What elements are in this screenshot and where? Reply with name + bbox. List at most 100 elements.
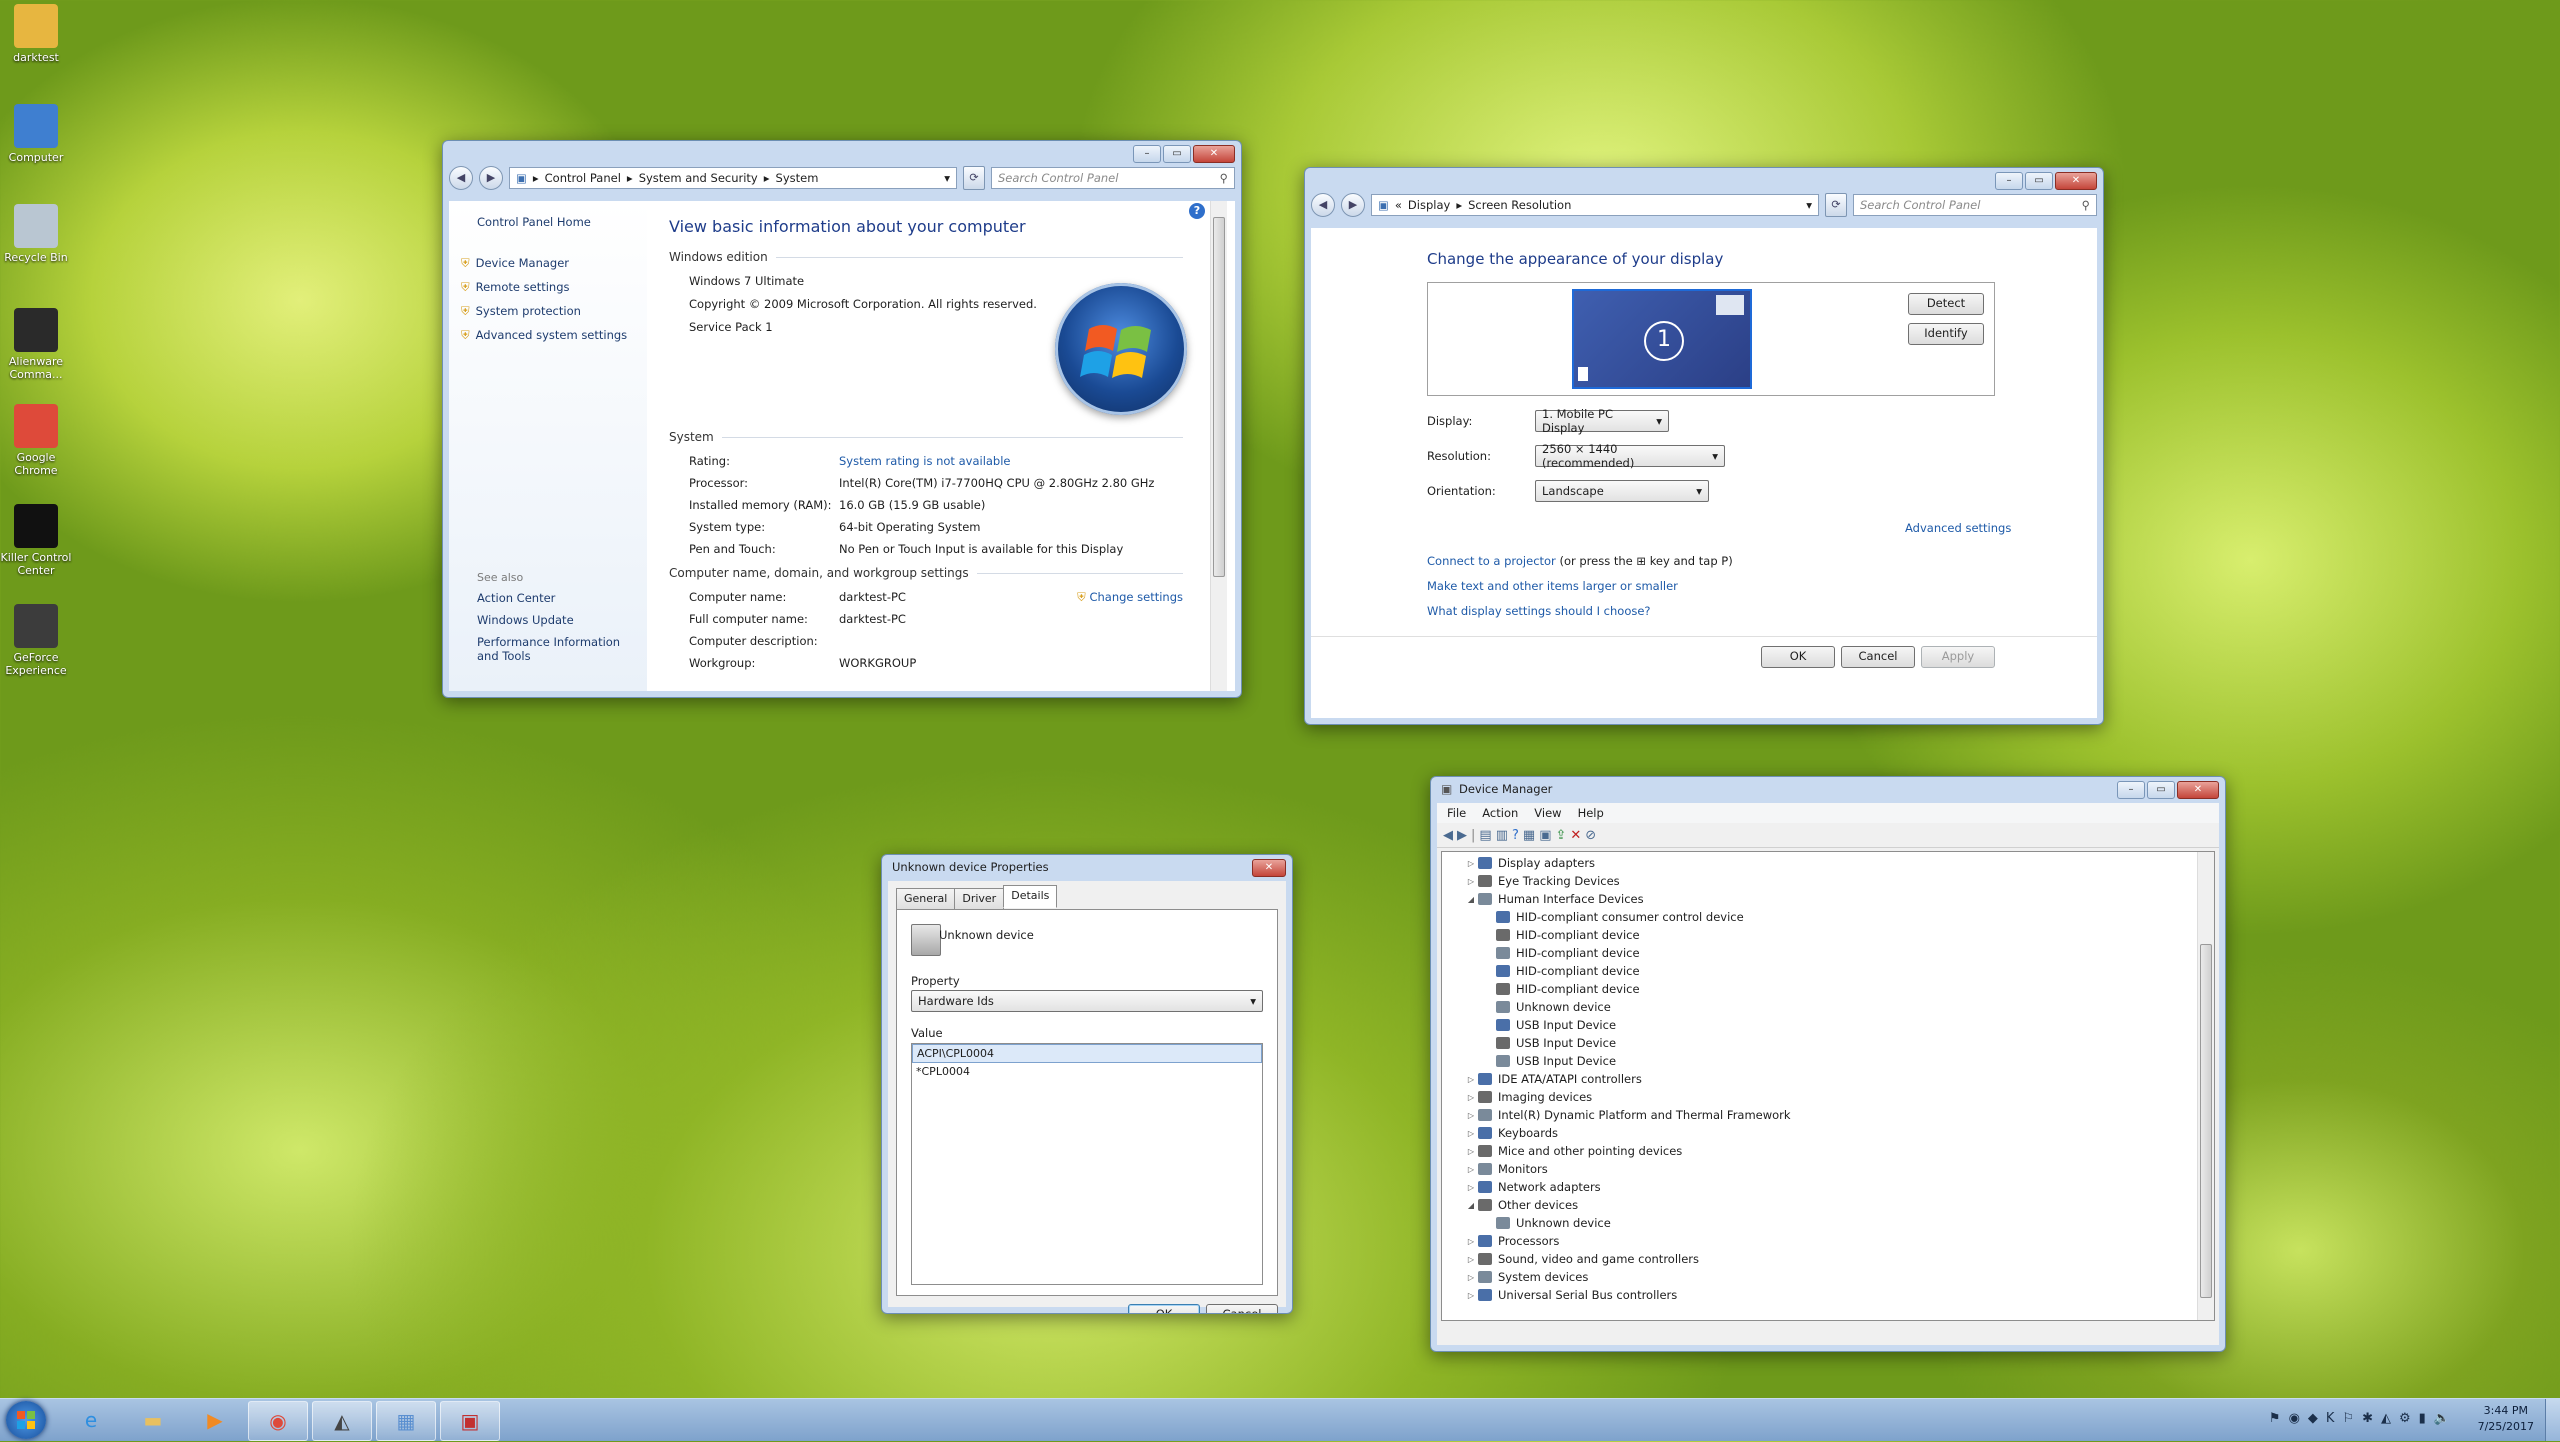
desktop-icon[interactable]: darktest [0,4,72,64]
dropdown-arrow-icon[interactable]: ▾ [1806,198,1812,212]
desktop-icon[interactable]: Alienware Comma... [0,308,72,381]
tree-category[interactable]: ▷ Network adapters [1464,1178,1791,1196]
expand-toggle-icon[interactable]: ▷ [1464,1237,1478,1246]
tree-category[interactable]: ▷ Imaging devices [1464,1088,1791,1106]
maximize-button[interactable]: ▭ [2025,172,2053,190]
desktop-icon[interactable]: Computer [0,104,72,164]
grid-icon[interactable]: ▦ [1523,828,1535,843]
refresh-button[interactable]: ⟳ [963,166,985,190]
close-button[interactable]: ✕ [2177,781,2219,799]
view-icon[interactable]: ▥ [1496,828,1508,843]
start-button[interactable] [6,1401,46,1439]
chrome-icon[interactable]: ◉ [248,1401,308,1441]
ok-button[interactable]: OK [1128,1304,1200,1313]
expand-toggle-icon[interactable]: ◢ [1464,895,1478,904]
expand-toggle-icon[interactable]: ▷ [1464,1291,1478,1300]
text-size-link[interactable]: Make text and other items larger or smal… [1427,579,1678,593]
tree-category[interactable]: ▷ Keyboards [1464,1124,1791,1142]
menu-action[interactable]: Action [1476,806,1524,820]
bluetooth-icon[interactable]: ✱ [2362,1411,2373,1426]
cancel-button[interactable]: Cancel [1841,646,1915,668]
volume-icon[interactable]: 🔈 [2434,1411,2450,1426]
property-select[interactable]: Hardware Ids ▾ [911,990,1263,1012]
tree-child-node[interactable]: HID-compliant consumer control device [1464,908,1791,926]
tree-category[interactable]: ▷ Monitors [1464,1160,1791,1178]
search-box[interactable]: Search Control Panel ⚲ [991,167,1235,189]
network-icon[interactable]: ◉ [2289,1411,2300,1426]
action-center-icon[interactable]: ⚐ [2342,1411,2354,1426]
minimize-button[interactable]: – [2117,781,2145,799]
tree-child-node[interactable]: Unknown device [1464,998,1791,1016]
disable-icon[interactable]: ⊘ [1585,828,1596,843]
alienware-tray-icon[interactable]: ◭ [2381,1411,2391,1426]
display-titlebar[interactable]: – ▭ ✕ [1305,168,2103,190]
back-button[interactable]: ◀ [1311,193,1335,217]
close-button[interactable]: ✕ [1252,859,1286,877]
internet-explorer-icon[interactable]: e [62,1401,120,1439]
tab-details[interactable]: Details [1003,885,1058,908]
sidebar-link[interactable]: ⛨ Advanced system settings [461,323,627,347]
expand-toggle-icon[interactable]: ▷ [1464,1129,1478,1138]
expand-toggle-icon[interactable]: ▷ [1464,1165,1478,1174]
tree-category[interactable]: ▷ Eye Tracking Devices [1464,872,1791,890]
breadcrumb-item-display[interactable]: Display [1408,198,1450,212]
usb-icon[interactable]: ⚙ [2399,1411,2411,1426]
tree-category[interactable]: ◢ Human Interface Devices [1464,890,1791,908]
tree-category[interactable]: ▷ System devices [1464,1268,1791,1286]
value-item[interactable]: ACPI\CPL0004 [912,1044,1262,1063]
cancel-button[interactable]: Cancel [1206,1304,1278,1313]
scrollbar-thumb[interactable] [2200,944,2212,1298]
vertical-scrollbar[interactable] [2197,852,2214,1320]
devmgr-titlebar[interactable]: ▣ Device Manager – ▭ ✕ [1431,777,2225,801]
tree-child-node[interactable]: HID-compliant device [1464,980,1791,998]
help-icon[interactable]: ? [1189,203,1205,219]
tree-category[interactable]: ▷ Processors [1464,1232,1791,1250]
value-list[interactable]: ACPI\CPL0004 *CPL0004 [911,1043,1263,1285]
expand-toggle-icon[interactable]: ▷ [1464,1111,1478,1120]
minimize-button[interactable]: – [1133,145,1161,163]
tree-category[interactable]: ▷ Universal Serial Bus controllers [1464,1286,1791,1304]
tab-general[interactable]: General [896,888,956,910]
forward-button[interactable]: ▶ [479,166,503,190]
breadcrumb-item-control-panel[interactable]: Control Panel [545,171,621,185]
menu-file[interactable]: File [1441,806,1472,820]
expand-toggle-icon[interactable]: ◢ [1464,1201,1478,1210]
tree-category[interactable]: ▷ IDE ATA/ATAPI controllers [1464,1070,1791,1088]
update-driver-icon[interactable]: ⇪ [1555,828,1566,843]
sidebar-link[interactable]: ⛨ Device Manager [461,251,627,275]
expand-toggle-icon[interactable]: ▷ [1464,859,1478,868]
address-bar[interactable]: ▣ « Display ▸ Screen Resolution ▾ [1371,194,1819,216]
expand-toggle-icon[interactable]: ▷ [1464,1093,1478,1102]
search-box[interactable]: Search Control Panel ⚲ [1853,194,2097,216]
desktop-icon[interactable]: Killer Control Center [0,504,72,577]
tree-category[interactable]: ▷ Display adapters [1464,854,1791,872]
refresh-button[interactable]: ⟳ [1825,193,1847,217]
killer-icon[interactable]: K [2326,1411,2335,1426]
apply-button[interactable]: Apply [1921,646,1995,668]
detect-button[interactable]: Detect [1908,293,1984,315]
device-manager-icon[interactable]: ▣ [440,1401,500,1441]
forward-arrow-icon[interactable]: ▶ [1457,828,1467,843]
sidebar-link[interactable]: ⛨ Remote settings [461,275,627,299]
desktop-icon[interactable]: GeForce Experience [0,604,72,677]
uninstall-icon[interactable]: ✕ [1570,828,1581,843]
flag-icon[interactable]: ⚑ [2269,1411,2281,1426]
close-button[interactable]: ✕ [2055,172,2097,190]
properties-icon[interactable]: ▤ [1479,828,1491,843]
tree-category[interactable]: ▷ Sound, video and game controllers [1464,1250,1791,1268]
see-also-link[interactable]: Windows Update [477,613,642,627]
expand-toggle-icon[interactable]: ▷ [1464,1273,1478,1282]
expand-toggle-icon[interactable]: ▷ [1464,1255,1478,1264]
show-desktop-button[interactable] [2545,1399,2560,1441]
forward-button[interactable]: ▶ [1341,193,1365,217]
tab-driver[interactable]: Driver [954,888,1005,910]
expand-toggle-icon[interactable]: ▷ [1464,1147,1478,1156]
breadcrumb-item-system-security[interactable]: System and Security [639,171,758,185]
system-titlebar[interactable]: – ▭ ✕ [443,141,1241,163]
see-also-link[interactable]: Performance Information and Tools [477,635,642,663]
power-icon[interactable]: ▮ [2419,1411,2426,1426]
value-item[interactable]: *CPL0004 [912,1063,1262,1080]
monitor-1-tile[interactable]: 1 [1572,289,1752,389]
desktop-icon[interactable]: Recycle Bin [0,204,72,264]
orientation-select[interactable]: Landscape ▾ [1535,480,1709,502]
